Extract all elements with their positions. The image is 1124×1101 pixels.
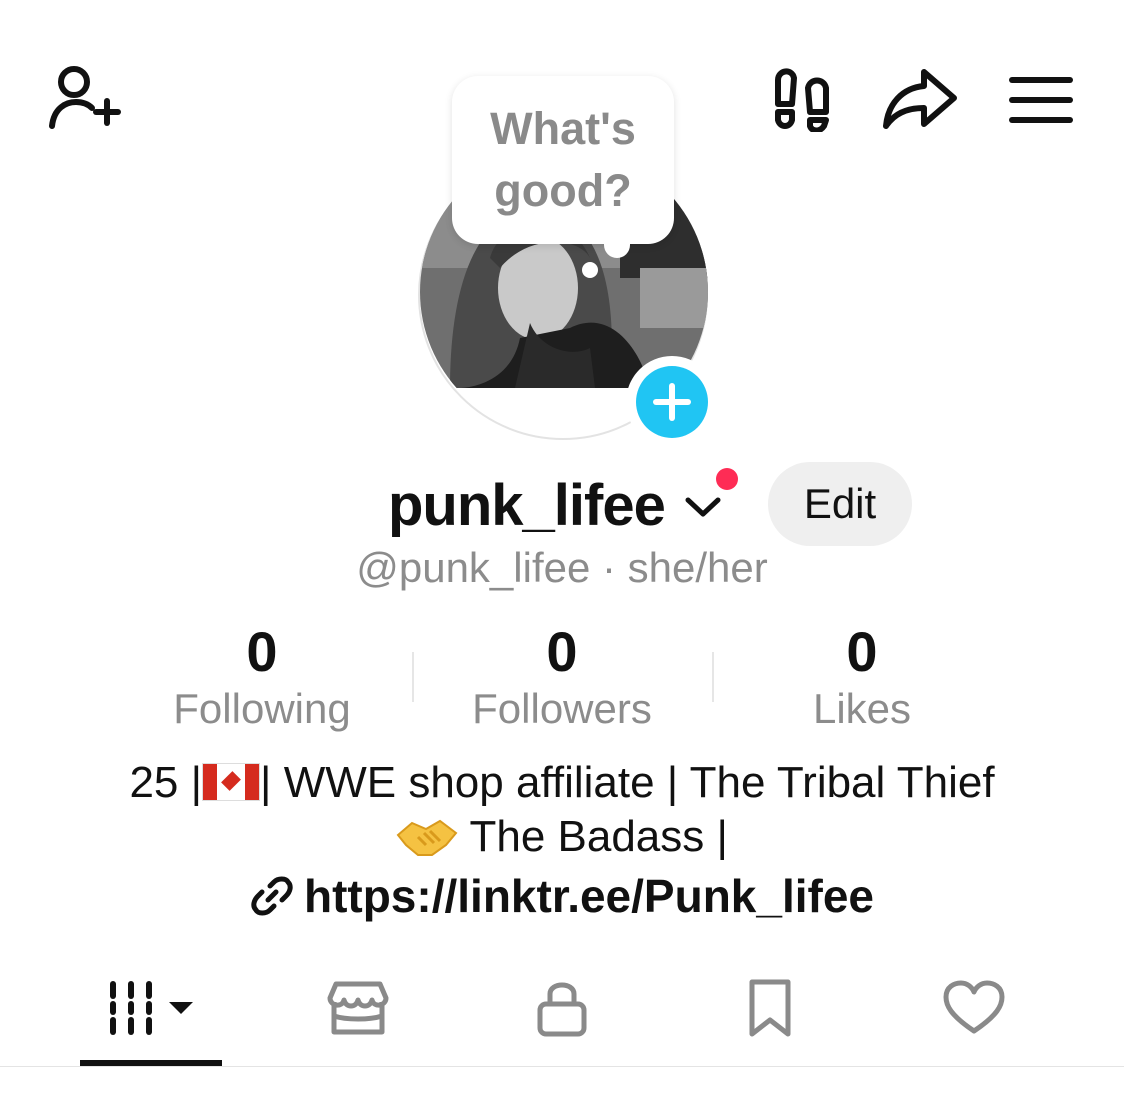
chevron-down-icon[interactable] [682,488,724,526]
following-label: Following [173,685,351,732]
handshake-emoji [396,815,458,859]
add-friend-icon[interactable] [44,60,124,136]
tab-saved[interactable] [730,972,810,1048]
link-icon [250,874,294,918]
add-story-button[interactable] [626,356,718,448]
handle-pronouns: @punk_lifee · she/her [0,540,1124,596]
following-count: 0 [246,620,278,683]
story-bubble[interactable]: What's good? [452,76,674,244]
heart-icon [942,979,1006,1042]
plus-icon [636,366,708,438]
stat-following[interactable]: 0 Following [112,620,412,734]
lock-icon [534,978,590,1043]
bio-part-3: The Badass | [458,812,728,861]
canada-flag-emoji [202,763,261,801]
menu-icon[interactable] [1006,72,1076,128]
store-icon [326,978,390,1043]
handle: @punk_lifee [356,544,591,591]
story-bubble-text: What's good? [490,103,636,216]
notification-dot [716,468,738,490]
followers-label: Followers [472,685,652,732]
bookmark-icon [744,978,796,1043]
story-bubble-dot [582,262,598,278]
bio-part-2: | WWE shop affiliate | The Tribal Thief [260,758,995,807]
bio: 25 | | WWE shop affiliate | The Tribal Th… [112,756,1012,864]
tab-videos[interactable] [80,972,222,1048]
share-icon[interactable] [880,66,960,132]
grid-icon [103,978,199,1043]
likes-count: 0 [846,620,878,683]
tab-private[interactable] [522,972,602,1048]
bio-part-1: 25 | [129,758,203,807]
edit-profile-button[interactable]: Edit [768,462,912,546]
footprints-icon[interactable] [768,64,838,132]
likes-label: Likes [812,685,912,732]
username[interactable]: punk_lifee [388,472,666,540]
stat-likes[interactable]: 0 Likes [712,620,1012,734]
followers-count: 0 [546,620,578,683]
tab-bar-divider [0,1066,1124,1067]
tab-shop[interactable] [318,972,398,1048]
bio-link-text: https://linktr.ee/Punk_lifee [303,870,875,922]
pronouns: she/her [627,544,768,591]
handle-separator: · [590,544,628,591]
stat-followers[interactable]: 0 Followers [412,620,712,734]
tab-liked[interactable] [932,972,1016,1048]
bio-link[interactable]: https://linktr.ee/Punk_lifee [0,868,1124,924]
